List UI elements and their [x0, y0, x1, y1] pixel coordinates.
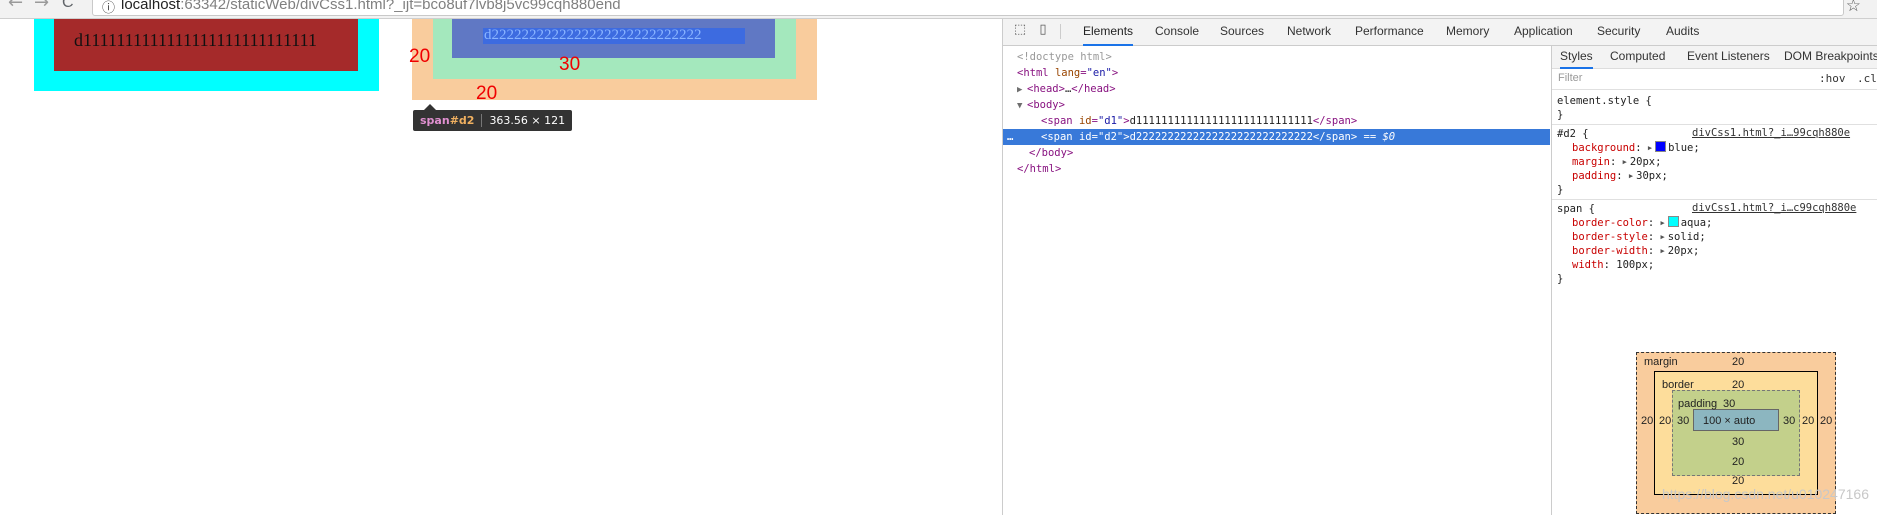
- tab-performance[interactable]: Performance: [1355, 19, 1424, 44]
- dom-span-d1[interactable]: <span id="d1">d1111111111111111111111111…: [1041, 113, 1357, 129]
- forward-icon[interactable]: →: [34, 0, 49, 12]
- padding-annotation: 30: [559, 54, 581, 75]
- styles-filter-bar: Filter :hov .cls: [1552, 69, 1877, 90]
- rule-d2-selector[interactable]: #d2 {: [1557, 127, 1589, 141]
- padding-top-value[interactable]: 30: [1723, 398, 1735, 410]
- tab-security[interactable]: Security: [1597, 19, 1640, 44]
- tab-console[interactable]: Console: [1155, 19, 1199, 44]
- tooltip-size: 363.56 × 121: [489, 114, 566, 127]
- collapse-arrow-icon: ▼: [1017, 101, 1023, 111]
- tab-dom-breakpoints[interactable]: DOM Breakpoints: [1784, 46, 1877, 67]
- decl-padding[interactable]: padding: ▶ 30px;: [1572, 169, 1668, 183]
- tab-elements[interactable]: Elements: [1083, 19, 1134, 46]
- box-model-border-label: border: [1662, 379, 1694, 391]
- info-icon[interactable]: ⓘ: [102, 0, 115, 16]
- device-toolbar-icon[interactable]: ▯: [1036, 23, 1050, 37]
- border-bottom-value[interactable]: 20: [1732, 456, 1744, 468]
- color-swatch-blue[interactable]: [1655, 141, 1667, 152]
- tab-application[interactable]: Application: [1514, 19, 1573, 44]
- tab-sources[interactable]: Sources: [1220, 19, 1264, 44]
- url-text[interactable]: localhost:63342/staticWeb/divCss1.html?_…: [121, 0, 621, 13]
- rule-divider: [1552, 124, 1877, 125]
- decl-border-width[interactable]: border-width: ▶ 20px;: [1572, 244, 1699, 258]
- decl-border-color[interactable]: border-color: ▶ aqua;: [1572, 216, 1712, 230]
- styles-tabbar: Styles Computed Event Listeners DOM Brea…: [1552, 46, 1877, 69]
- content-size-value[interactable]: 100 × auto: [1703, 415, 1755, 427]
- margin-bottom-annotation: 20: [476, 83, 498, 104]
- span-d1-text: d1111111111111111111111111111: [74, 30, 317, 50]
- border-left-value[interactable]: 20: [1659, 415, 1671, 427]
- inspect-element-icon[interactable]: ⬚: [1013, 23, 1027, 37]
- border-top-value[interactable]: 20: [1732, 379, 1744, 391]
- padding-left-value[interactable]: 30: [1677, 415, 1689, 427]
- devtools-toolbar: ⬚ ▯ Elements Console Sources Network Per…: [1003, 19, 1877, 46]
- dom-doctype[interactable]: <!doctype html>: [1017, 49, 1112, 65]
- tooltip-id: #d2: [449, 114, 475, 127]
- padding-bottom-value[interactable]: 30: [1732, 436, 1744, 448]
- tab-event-listeners[interactable]: Event Listeners: [1687, 46, 1770, 67]
- reload-icon[interactable]: C: [62, 0, 74, 12]
- dom-body-open[interactable]: ▼ <body>: [1017, 97, 1065, 113]
- decl-background[interactable]: background: ▶ blue;: [1572, 141, 1700, 155]
- padding-right-value[interactable]: 30: [1783, 415, 1795, 427]
- element-style-close: }: [1557, 109, 1564, 121]
- url-host: localhost: [121, 0, 181, 13]
- rule-span-selector[interactable]: span {: [1557, 202, 1595, 216]
- dom-body-close[interactable]: </body>: [1029, 145, 1073, 161]
- back-icon[interactable]: ←: [8, 0, 23, 12]
- styles-filter-input[interactable]: Filter: [1558, 72, 1582, 84]
- element-style-selector[interactable]: element.style {: [1557, 94, 1652, 108]
- dom-html-close[interactable]: </html>: [1017, 161, 1061, 177]
- tooltip-tag: span: [420, 114, 450, 127]
- rule-d2-close: }: [1557, 184, 1564, 196]
- margin-left-annotation: 20: [409, 46, 431, 67]
- page-viewport: d1111111111111111111111111111 d222222222…: [0, 19, 1002, 515]
- hover-state-toggle[interactable]: :hov: [1819, 72, 1846, 85]
- tab-network[interactable]: Network: [1287, 19, 1331, 44]
- inspect-tooltip: span #d2 363.56 × 121: [413, 104, 573, 131]
- decl-width[interactable]: width: 100px;: [1572, 258, 1654, 272]
- tab-audits[interactable]: Audits: [1666, 19, 1699, 44]
- span-d2-text: d2222222222222222222222222222: [484, 27, 702, 43]
- dom-html-open[interactable]: <html lang="en">: [1017, 65, 1118, 81]
- margin-left-value[interactable]: 20: [1641, 415, 1653, 427]
- url-path: :63342/staticWeb/divCss1.html?_ijt=bco8u…: [180, 0, 621, 13]
- toolbar-divider: [1060, 24, 1061, 39]
- styles-sidebar: Styles Computed Event Listeners DOM Brea…: [1551, 46, 1877, 515]
- box-model-margin-label: margin: [1644, 356, 1678, 368]
- tab-styles[interactable]: Styles: [1560, 46, 1593, 69]
- dom-tree: <!doctype html> <html lang="en"> ▶ <head>…: [1003, 46, 1550, 515]
- rule-d2-source-link[interactable]: divCss1.html?_i…99cqh880e: [1692, 127, 1850, 139]
- margin-right-value[interactable]: 20: [1820, 415, 1832, 427]
- browser-toolbar: ← → C ⓘ localhost:63342/staticWeb/divCss…: [0, 0, 1877, 19]
- tab-memory[interactable]: Memory: [1446, 19, 1489, 44]
- rule-span-source-link[interactable]: divCss1.html?_i…c99cqh880e: [1692, 202, 1856, 214]
- decl-margin[interactable]: margin: ▶ 20px;: [1572, 155, 1661, 169]
- address-bar[interactable]: ⓘ localhost:63342/staticWeb/divCss1.html…: [92, 0, 1844, 16]
- dom-head[interactable]: ▶ <head>…</head>: [1017, 81, 1116, 97]
- watermark: https://blog.csdn.net/u010247166: [1661, 486, 1869, 502]
- expand-arrow-icon: ▶: [1017, 85, 1023, 95]
- tab-computed[interactable]: Computed: [1610, 46, 1665, 67]
- color-swatch-aqua[interactable]: [1667, 216, 1679, 227]
- rule-divider: [1552, 199, 1877, 200]
- class-toggle[interactable]: .cls: [1857, 72, 1877, 85]
- devtools-panel: ⬚ ▯ Elements Console Sources Network Per…: [1002, 19, 1877, 515]
- tooltip-divider: [481, 114, 483, 127]
- bookmark-star-icon[interactable]: ☆: [1846, 0, 1861, 16]
- border-right-value[interactable]: 20: [1802, 415, 1814, 427]
- box-model-padding-label: padding: [1678, 398, 1718, 410]
- margin-top-value[interactable]: 20: [1732, 356, 1744, 368]
- dom-span-d2-selected[interactable]: … <span id="d2">d22222222222222222222222…: [1003, 129, 1550, 145]
- rule-span-close: }: [1557, 273, 1564, 285]
- decl-border-style[interactable]: border-style: ▶ solid;: [1572, 230, 1706, 244]
- row-menu-icon[interactable]: …: [1007, 129, 1013, 145]
